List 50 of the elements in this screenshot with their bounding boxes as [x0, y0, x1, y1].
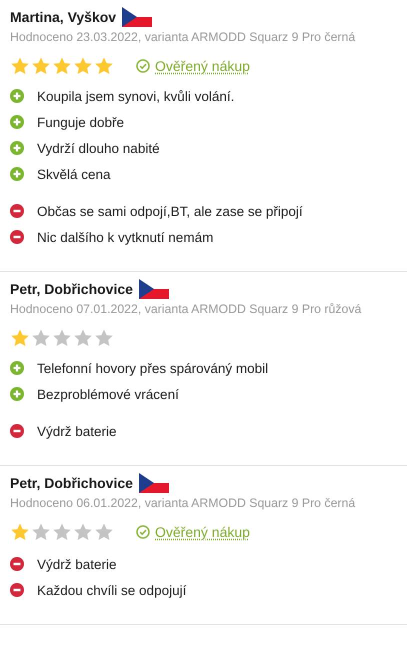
reviewer-name: Petr, Dobřichovice [10, 475, 133, 491]
check-circle-icon [136, 59, 150, 73]
review-meta: Hodnoceno 07.01.2022, varianta ARMODD Squarz 9 Pro růžová [10, 301, 362, 318]
star-icon [31, 56, 51, 76]
plus-icon [10, 361, 24, 375]
plus-icon [10, 115, 24, 129]
review-meta: Hodnoceno 06.01.2022, varianta ARMODD Squarz 9 Pro černá [10, 495, 356, 512]
minus-icon [10, 204, 24, 218]
minus-icon [10, 230, 24, 244]
con-text: Každou chvíli se odpojují [37, 582, 186, 598]
star-icon [73, 56, 93, 76]
check-circle-icon [136, 525, 150, 539]
pro-text: Skvělá cena [37, 166, 111, 182]
reviewer-name: Petr, Dobřichovice [10, 281, 133, 297]
con-text: Občas se sami odpojí,BT, ale zase se připojí [37, 204, 303, 218]
flag-icon [122, 7, 152, 27]
pro-text: Bezproblémové vrácení [37, 386, 179, 402]
verified-purchase-link[interactable]: Ověřený nákup [155, 524, 250, 540]
con-text: Výdrž baterie [37, 556, 117, 572]
star-icon [31, 328, 51, 348]
verified-purchase-link[interactable]: Ověřený nákup [155, 58, 250, 74]
plus-icon [10, 167, 24, 181]
star-icon [10, 328, 30, 348]
review-meta: Hodnoceno 23.03.2022, varianta ARMODD Squarz 9 Pro černá [10, 29, 356, 46]
star-icon [94, 328, 114, 348]
star-icon [31, 522, 51, 542]
star-icon [52, 328, 72, 348]
star-icon [73, 522, 93, 542]
star-icon [94, 522, 114, 542]
reviewer-name: Martina, Vyškov [10, 9, 116, 25]
star-icon [10, 56, 30, 76]
pro-text: Vydrží dlouho nabité [37, 140, 160, 156]
pro-text: Telefonní hovory přes spárováný mobil [37, 360, 268, 376]
minus-icon [10, 583, 24, 597]
plus-icon [10, 89, 24, 103]
star-icon [94, 56, 114, 76]
con-text: Nic dalšího k vytknutí nemám [37, 230, 214, 244]
plus-icon [10, 387, 24, 401]
pro-text: Funguje dobře [37, 114, 124, 130]
minus-icon [10, 557, 24, 571]
minus-icon [10, 424, 24, 438]
con-text: Výdrž baterie [37, 424, 117, 438]
star-icon [52, 56, 72, 76]
star-icon [10, 522, 30, 542]
pro-text: Koupila jsem synovi, kvůli volání. [37, 88, 234, 104]
star-icon [52, 522, 72, 542]
plus-icon [10, 141, 24, 155]
flag-icon [138, 279, 169, 299]
flag-icon [138, 473, 169, 493]
star-icon [73, 328, 93, 348]
